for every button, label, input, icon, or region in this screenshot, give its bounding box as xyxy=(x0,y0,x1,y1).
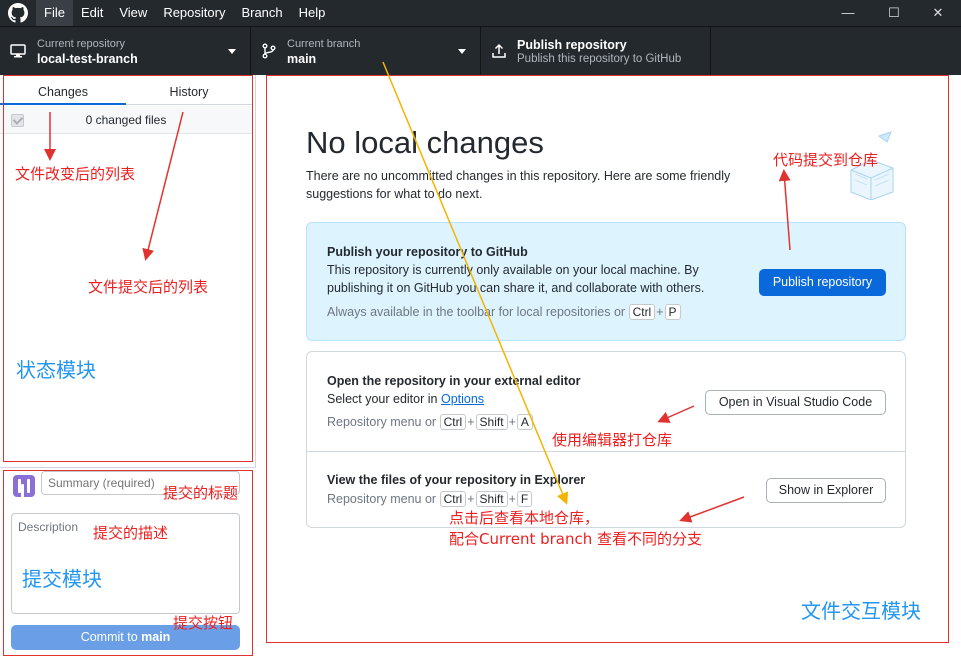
plus-icon: + xyxy=(656,305,664,319)
publish-repository-toolbar-button[interactable]: Publish repository Publish this reposito… xyxy=(481,27,711,76)
menu-bar: File Edit View Repository Branch Help xyxy=(36,0,333,26)
annotation-commit-module: 提交模块 xyxy=(22,567,102,591)
open-in-vscode-button[interactable]: Open in Visual Studio Code xyxy=(705,390,886,415)
desktop-icon xyxy=(10,44,26,58)
commit-button-branch: main xyxy=(141,630,171,644)
kbd-f: F xyxy=(516,491,533,507)
publish-card-hint: Always available in the toolbar for loca… xyxy=(327,304,681,320)
menu-help[interactable]: Help xyxy=(291,0,334,26)
kbd-ctrl: Ctrl xyxy=(439,491,467,507)
publish-repository-title: Publish repository xyxy=(517,38,627,52)
current-repository-button[interactable]: Current repository local-test-branch xyxy=(0,27,251,76)
annotation-view-local-repo-1: 点击后查看本地仓库， xyxy=(449,509,600,527)
kbd-shift: Shift xyxy=(475,491,508,507)
chevron-down-icon xyxy=(458,49,466,54)
title-bar: File Edit View Repository Branch Help — … xyxy=(0,0,961,26)
show-in-explorer-button[interactable]: Show in Explorer xyxy=(766,478,886,503)
publish-hint-text: Always available in the toolbar for loca… xyxy=(327,305,626,319)
tab-history[interactable]: History xyxy=(126,75,252,105)
current-branch-label: Current branch xyxy=(287,38,361,50)
kbd-a: A xyxy=(516,414,533,430)
plus-icon: + xyxy=(508,492,516,506)
description-placeholder: Description xyxy=(18,520,79,534)
commit-button-prefix: Commit to xyxy=(80,630,142,644)
publish-repository-button[interactable]: Publish repository xyxy=(759,269,886,296)
kbd-ctrl: Ctrl xyxy=(439,414,467,430)
explorer-card-hint: Repository menu or Ctrl + Shift + F xyxy=(327,491,533,507)
plus-icon: + xyxy=(467,415,475,429)
annotation-file-interaction-module: 文件交互模块 xyxy=(801,599,921,623)
current-repository-label: Current repository xyxy=(37,38,126,50)
menu-repository[interactable]: Repository xyxy=(155,0,233,26)
annotation-commit-button: 提交按钮 xyxy=(173,614,234,632)
editor-text-prefix: Select your editor in xyxy=(327,392,438,406)
editor-card-hint: Repository menu or Ctrl + Shift + A xyxy=(327,414,533,430)
maximize-icon[interactable]: ☐ xyxy=(871,0,917,26)
publish-repository-subtitle: Publish this repository to GitHub xyxy=(517,53,682,65)
menu-view[interactable]: View xyxy=(111,0,155,26)
kbd-ctrl: Ctrl xyxy=(628,304,656,320)
menu-edit[interactable]: Edit xyxy=(73,0,111,26)
plus-icon: + xyxy=(467,492,475,506)
annotation-file-committed-list: 文件提交后的列表 xyxy=(88,278,209,296)
current-branch-value: main xyxy=(287,52,317,66)
current-branch-button[interactable]: Current branch main xyxy=(251,27,481,76)
sidebar-tabs: Changes History xyxy=(0,75,252,105)
plus-icon: + xyxy=(508,415,516,429)
options-link[interactable]: Options xyxy=(441,392,484,406)
chevron-down-icon xyxy=(228,49,236,54)
tab-changes[interactable]: Changes xyxy=(0,75,126,105)
annotation-commit-desc: 提交的描述 xyxy=(93,524,169,542)
annotation-status-module: 状态模块 xyxy=(16,358,96,382)
toolbar: Current repository local-test-branch Cur… xyxy=(0,26,961,76)
explorer-card-title: View the files of your repository in Exp… xyxy=(327,473,586,487)
annotation-file-changed-list: 文件改变后的列表 xyxy=(15,165,136,183)
current-repository-value: local-test-branch xyxy=(37,52,138,66)
intro-text: There are no uncommitted changes in this… xyxy=(306,169,731,201)
annotation-view-local-repo-2: 配合Current branch 查看不同的分支 xyxy=(449,530,703,548)
annotation-open-with-editor: 使用编辑器打仓库 xyxy=(552,431,673,449)
kbd-shift: Shift xyxy=(475,414,508,430)
close-icon[interactable]: ✕ xyxy=(915,0,961,26)
menu-file[interactable]: File xyxy=(36,0,73,26)
annotation-code-to-repo: 代码提交到仓库 xyxy=(773,151,879,169)
minimize-icon[interactable]: — xyxy=(825,0,871,26)
publish-card-title: Publish your repository to GitHub xyxy=(327,245,528,259)
kbd-p: P xyxy=(664,304,681,320)
upload-icon xyxy=(492,43,506,58)
editor-hint-text: Repository menu or xyxy=(327,415,437,429)
editor-card-title: Open the repository in your external edi… xyxy=(327,374,581,388)
page-title: No local changes xyxy=(306,125,544,160)
divider xyxy=(307,451,905,452)
explorer-hint-text: Repository menu or xyxy=(327,492,437,506)
publish-card-text: This repository is currently only availa… xyxy=(327,263,705,295)
annotation-commit-title: 提交的标题 xyxy=(163,484,239,502)
editor-card-text: Select your editor in Options xyxy=(327,390,737,408)
menu-branch[interactable]: Branch xyxy=(233,0,290,26)
github-logo-icon xyxy=(8,3,28,23)
changed-files-count: 0 changed files xyxy=(85,113,167,127)
publish-card: Publish your repository to GitHub This r… xyxy=(306,222,906,341)
changed-files-header: 0 changed files xyxy=(0,106,252,134)
branch-icon xyxy=(262,43,276,59)
avatar xyxy=(13,475,35,497)
